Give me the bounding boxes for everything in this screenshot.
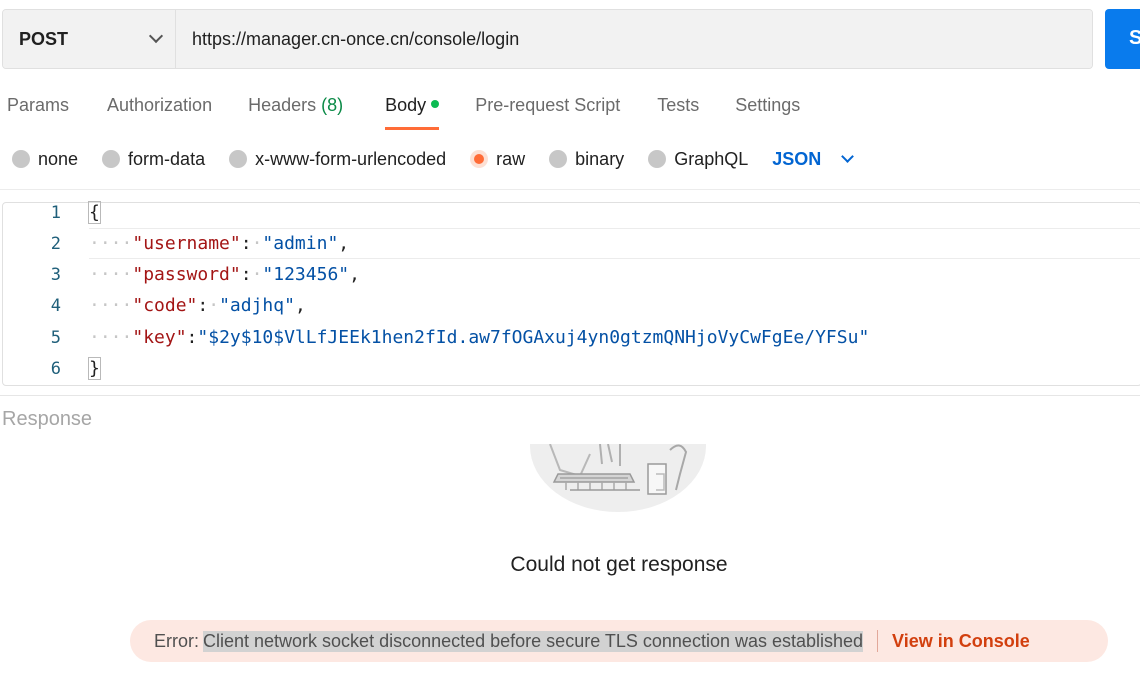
json-value: "admin" <box>262 233 339 254</box>
radio-circle-icon <box>12 150 30 168</box>
editor-line: 6 } <box>3 353 1140 384</box>
code-text: ····"code":·"adjhq", <box>89 295 306 316</box>
json-key: "password" <box>132 264 241 285</box>
radio-label: binary <box>575 148 625 169</box>
method-label: POST <box>19 28 69 49</box>
astronaut-illustration-icon <box>530 444 706 512</box>
tab-label: Params <box>7 95 70 115</box>
json-comma: , <box>294 295 306 316</box>
error-banner: Error: Client network socket disconnecte… <box>130 620 1108 662</box>
radio-label: raw <box>496 148 526 169</box>
line-number: 2 <box>50 233 61 254</box>
format-select[interactable]: JSON <box>772 148 855 170</box>
url-bar: POST <box>2 9 1093 69</box>
tab-label: Authorization <box>107 95 213 115</box>
radio-checked-icon <box>470 150 489 168</box>
editor-line: 5 ····"key":"$2y$10$VlLfJEEk1hen2fId.aw7… <box>3 322 1140 353</box>
tab-settings[interactable]: Settings <box>735 86 800 130</box>
body-editor[interactable]: 1 { 2 ····"username":·"admin", 3 ····"pa… <box>2 201 1140 386</box>
code-text: { <box>88 201 101 224</box>
radio-binary[interactable]: binary <box>549 149 624 170</box>
send-button[interactable]: S <box>1105 9 1140 69</box>
line-number: 4 <box>50 295 61 316</box>
radio-circle-icon <box>229 150 248 168</box>
json-value: "$2y$10$VlLfJEEk1hen2fId.aw7fOGAxuj4yn0g… <box>197 327 870 348</box>
tab-tests[interactable]: Tests <box>657 86 699 130</box>
tab-params[interactable]: Params <box>7 86 69 130</box>
chevron-down-icon <box>841 150 855 163</box>
json-comma: , <box>338 233 350 254</box>
editor-line: 4 ····"code":·"adjhq", <box>3 290 1140 321</box>
line-number: 3 <box>50 264 61 285</box>
view-in-console-link[interactable]: View in Console <box>892 631 1030 652</box>
format-select-label: JSON <box>772 148 822 169</box>
radio-form-data[interactable]: form-data <box>102 149 205 170</box>
line-number: 6 <box>50 358 61 379</box>
json-key: "code" <box>132 295 198 316</box>
radio-label: form-data <box>128 148 206 169</box>
editor-line: 1 { <box>3 197 1140 228</box>
open-brace: { <box>88 201 101 224</box>
line-number: 1 <box>50 202 61 223</box>
close-brace: } <box>88 357 101 380</box>
request-tabs: Params Authorization Headers (8) Body Pr… <box>0 86 800 130</box>
radio-label: none <box>38 148 79 169</box>
json-value: "123456" <box>262 264 350 285</box>
divider <box>0 189 1140 190</box>
tab-label: Settings <box>735 95 801 115</box>
chevron-down-icon <box>148 28 164 44</box>
url-input[interactable] <box>176 10 1092 68</box>
no-response-message: Could not get response <box>510 553 728 576</box>
status-dot-icon <box>431 100 440 108</box>
response-title: Response <box>2 408 93 430</box>
radio-circle-icon <box>549 150 568 168</box>
json-key: "key" <box>132 327 187 348</box>
tab-pre-request-script[interactable]: Pre-request Script <box>475 86 620 130</box>
body-type-options: none form-data x-www-form-urlencoded raw… <box>0 144 855 174</box>
editor-line: 2 ····"username":·"admin", <box>3 228 1140 259</box>
divider <box>0 395 1140 396</box>
method-select[interactable]: POST <box>3 10 176 68</box>
code-text: ····"username":·"admin", <box>89 233 350 254</box>
radio-circle-icon <box>102 150 121 168</box>
tab-authorization[interactable]: Authorization <box>107 86 212 130</box>
json-value: "adjhq" <box>219 295 295 316</box>
editor-line: 3 ····"password":·"123456", <box>3 259 1140 290</box>
radio-x-www-form-urlencoded[interactable]: x-www-form-urlencoded <box>229 149 446 170</box>
tab-headers[interactable]: Headers (8) <box>248 86 343 130</box>
tab-label: Headers <box>248 95 317 115</box>
radio-label: GraphQL <box>674 148 749 169</box>
radio-circle-icon <box>648 150 667 168</box>
error-message: Client network socket disconnected befor… <box>203 630 864 652</box>
code-text: } <box>88 357 101 380</box>
line-number: 5 <box>50 327 61 348</box>
tab-label: Tests <box>657 95 700 115</box>
tab-label: Pre-request Script <box>475 95 621 115</box>
radio-raw[interactable]: raw <box>470 149 525 170</box>
radio-label: x-www-form-urlencoded <box>255 148 447 169</box>
divider <box>877 630 879 652</box>
radio-graphql[interactable]: GraphQL <box>648 149 748 170</box>
error-prefix: Error: <box>154 630 199 651</box>
tab-label: Body <box>385 95 427 115</box>
tab-body[interactable]: Body <box>385 86 440 130</box>
json-comma: , <box>349 264 360 285</box>
json-key: "username" <box>132 233 241 254</box>
headers-count: (8) <box>321 95 344 115</box>
code-text: ····"key":"$2y$10$VlLfJEEk1hen2fId.aw7fO… <box>89 327 870 348</box>
radio-none[interactable]: none <box>12 149 78 170</box>
code-text: ····"password":·"123456", <box>89 264 360 285</box>
